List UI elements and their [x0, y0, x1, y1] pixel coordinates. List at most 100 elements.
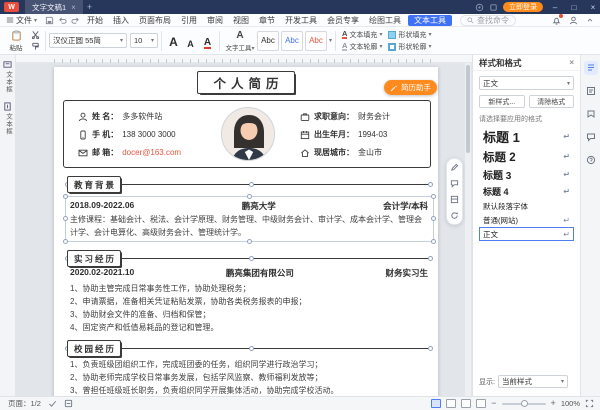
view-mode-read-icon[interactable]: [476, 399, 487, 408]
style-item-heading2[interactable]: 标题 2 ↵: [479, 147, 574, 166]
float-layout-icon[interactable]: [450, 195, 459, 204]
insert-vertical-textbox-button[interactable]: 文本框: [3, 101, 13, 135]
text-preset-2[interactable]: Abc: [281, 30, 303, 51]
horizontal-ruler[interactable]: [16, 55, 472, 63]
section-divider-line[interactable]: [65, 182, 433, 187]
resume-photo[interactable]: [221, 107, 275, 161]
resize-handle[interactable]: [428, 346, 433, 351]
close-panel-icon[interactable]: ×: [569, 58, 574, 67]
minimize-icon[interactable]: –: [548, 3, 562, 12]
menu-item-review[interactable]: 审阅: [202, 15, 228, 26]
style-item-heading1[interactable]: 标题 1 ↵: [479, 126, 574, 147]
login-button[interactable]: 立即登录: [503, 2, 543, 12]
style-item-heading4[interactable]: 标题 4 ↵: [479, 183, 574, 199]
show-filter-select[interactable]: 当前样式 ▾: [497, 375, 568, 388]
scrollbar-thumb[interactable]: [466, 65, 470, 153]
text-preset-3[interactable]: Abc: [305, 30, 327, 51]
new-style-button[interactable]: 新样式...: [479, 95, 525, 108]
menu-item-references[interactable]: 引用: [176, 15, 202, 26]
current-style-select[interactable]: 正文 ▾: [479, 76, 574, 90]
text-tool-button[interactable]: A 文字工具▾: [223, 28, 257, 54]
new-tab-button[interactable]: +: [87, 2, 92, 12]
education-summary-row[interactable]: 2018.09-2022.06 鹏亮大学 会计学/本科: [70, 200, 428, 212]
save-icon[interactable]: [43, 16, 56, 25]
resize-handle[interactable]: [246, 239, 252, 244]
resize-handle[interactable]: [431, 216, 436, 221]
style-item-default-font[interactable]: 默认段落字体: [479, 199, 574, 213]
resize-handle[interactable]: [63, 216, 68, 221]
document-page[interactable]: 个人简历 姓 名： 多多软件站 手 机： 138 3000 3000 邮 箱：: [54, 67, 438, 396]
section-heading-internship[interactable]: 实习经历: [67, 250, 121, 267]
close-tab-icon[interactable]: ×: [71, 3, 76, 12]
undo-icon[interactable]: [56, 16, 69, 25]
wps-logo-icon[interactable]: W: [4, 2, 19, 12]
float-rotate-icon[interactable]: [450, 211, 459, 220]
theme-icon[interactable]: [475, 3, 484, 12]
resize-handle[interactable]: [63, 194, 68, 199]
resize-handle[interactable]: [249, 256, 254, 261]
collapse-ribbon-icon[interactable]: [586, 16, 594, 24]
internship-detail-list[interactable]: 1、协助主管完成日常事务性工作，协助处理税务； 2、申请票据，准备相关凭证粘贴发…: [70, 282, 428, 334]
resize-handle[interactable]: [246, 194, 252, 199]
proofread-icon[interactable]: [64, 399, 73, 408]
resize-handle[interactable]: [63, 239, 68, 244]
comments-pane-icon[interactable]: [584, 130, 598, 144]
clear-format-button[interactable]: 清除格式: [528, 95, 574, 108]
shape-fill-button[interactable]: 形状填充 ▾: [388, 30, 431, 40]
section-divider-line[interactable]: [65, 256, 433, 261]
fullscreen-icon[interactable]: [585, 399, 594, 408]
font-family-select[interactable]: 汉仪正圆 55简 ▾: [49, 33, 127, 48]
section-divider-line[interactable]: [65, 346, 433, 351]
maximize-icon[interactable]: □: [567, 3, 581, 12]
styles-pane-icon[interactable]: [583, 61, 598, 75]
properties-pane-icon[interactable]: [584, 84, 598, 98]
menu-item-section[interactable]: 章节: [254, 15, 280, 26]
campus-detail-list[interactable]: 1、负责班级团组织工作，完成班团委的任务，组织同学进行政治学习； 2、协助老师完…: [70, 358, 428, 396]
section-heading-education[interactable]: 教育背景: [67, 176, 121, 193]
tab-text-tools[interactable]: 文本工具: [408, 14, 453, 26]
section-heading-campus[interactable]: 校园经历: [67, 340, 121, 357]
bell-icon[interactable]: [552, 13, 563, 25]
zoom-in-button[interactable]: +: [551, 399, 556, 408]
font-size-select[interactable]: 10 ▾: [130, 33, 158, 48]
page-indicator[interactable]: 页面：1/2: [8, 398, 41, 409]
document-canvas[interactable]: 简历助手 个人简历 姓 名： 多多软件站 手 机： 138 3000 3000: [16, 63, 472, 396]
spellcheck-icon[interactable]: [48, 399, 57, 408]
decrease-font-button[interactable]: A: [182, 31, 199, 51]
shape-outline-button[interactable]: 形状轮廓 ▾: [388, 42, 431, 52]
text-preset-1[interactable]: Abc: [257, 30, 279, 51]
insert-textbox-button[interactable]: 文本框: [3, 60, 13, 94]
format-painter-icon[interactable]: [31, 42, 40, 51]
zoom-slider[interactable]: [501, 399, 546, 407]
settings-gear-icon[interactable]: [489, 3, 498, 12]
resume-info-card[interactable]: 姓 名： 多多软件站 手 机： 138 3000 3000 邮 箱： docer…: [63, 100, 431, 168]
menu-item-developer[interactable]: 开发工具: [280, 15, 322, 26]
resume-title-box[interactable]: 个人简历: [197, 71, 295, 94]
style-item-normal-web[interactable]: 普通(网站) ↵: [479, 213, 574, 227]
resize-handle[interactable]: [249, 346, 254, 351]
vertical-scrollbar[interactable]: [465, 63, 471, 396]
resume-assistant-button[interactable]: 简历助手: [384, 80, 437, 95]
float-edit-icon[interactable]: [450, 163, 459, 172]
document-tab[interactable]: 文字文稿1 ×: [25, 0, 83, 14]
user-icon[interactable]: [569, 16, 578, 25]
view-mode-web-icon[interactable]: [446, 399, 457, 408]
internship-summary-row[interactable]: 2020.02-2021.10 鹏亮集团有限公司 财务实习生: [70, 267, 428, 279]
view-mode-outline-icon[interactable]: [461, 399, 472, 408]
resize-handle[interactable]: [428, 182, 433, 187]
view-mode-print-icon[interactable]: [431, 399, 442, 408]
menu-item-view[interactable]: 视图: [228, 15, 254, 26]
resize-handle[interactable]: [431, 239, 436, 244]
menu-item-page-layout[interactable]: 页面布局: [134, 15, 176, 26]
more-presets-icon[interactable]: ▾: [329, 37, 332, 44]
zoom-out-button[interactable]: −: [491, 399, 496, 408]
tab-drawing-tools[interactable]: 绘图工具: [364, 15, 406, 26]
font-color-button[interactable]: A: [199, 31, 216, 51]
zoom-slider-thumb[interactable]: [520, 399, 528, 407]
close-window-icon[interactable]: ×: [586, 3, 600, 12]
resize-handle[interactable]: [431, 194, 436, 199]
navigation-pane-icon[interactable]: [584, 107, 598, 121]
float-comment-icon[interactable]: [450, 179, 459, 188]
menu-item-start[interactable]: 开始: [82, 15, 108, 26]
paste-button[interactable]: 粘贴: [3, 28, 29, 54]
